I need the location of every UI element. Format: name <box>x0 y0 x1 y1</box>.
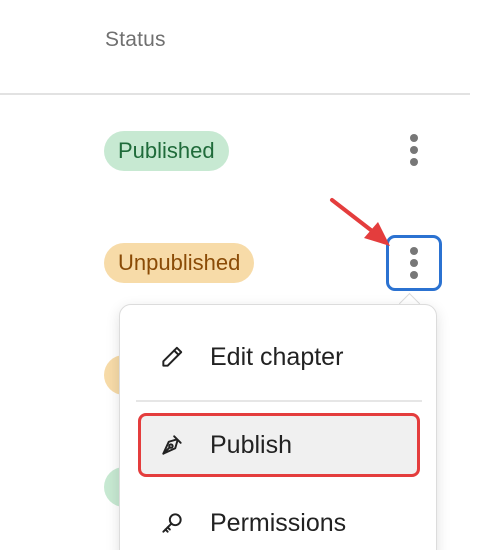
status-badge-unpublished: Unpublished <box>104 243 255 283</box>
kebab-menu-icon <box>410 247 418 279</box>
kebab-menu-icon <box>410 134 418 166</box>
row-actions-menu: Edit chapter Publish Permissions <box>119 304 437 550</box>
row-actions-button-active[interactable] <box>386 235 442 291</box>
menu-item-label: Edit chapter <box>210 342 344 371</box>
menu-item-label: Permissions <box>210 508 347 537</box>
menu-item-label: Publish <box>210 430 292 459</box>
menu-item-publish[interactable]: Publish <box>138 413 420 477</box>
table-header: Status <box>0 0 470 95</box>
menu-item-permissions[interactable]: Permissions <box>138 491 420 550</box>
status-badge-published: Published <box>104 131 229 171</box>
pencil-icon <box>158 343 186 371</box>
row-actions-button[interactable] <box>386 122 442 178</box>
status-column-header: Status <box>105 28 166 51</box>
menu-divider <box>136 400 422 402</box>
pen-nib-icon <box>158 431 186 459</box>
key-icon <box>158 509 186 537</box>
menu-item-edit-chapter[interactable]: Edit chapter <box>138 325 420 389</box>
status-table-screen: Status Published Unpublished Edit chapte… <box>0 0 482 550</box>
